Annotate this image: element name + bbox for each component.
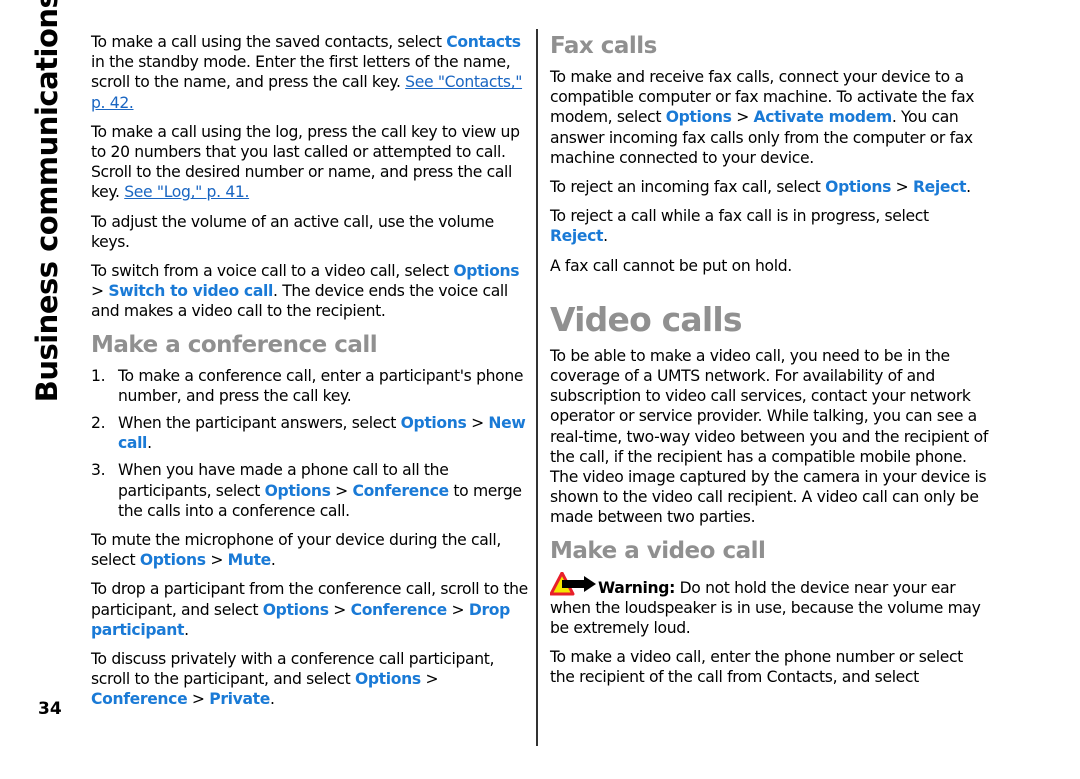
menu-term-activate-modem: Activate modem	[753, 108, 893, 127]
paragraph-reject-during-fax: To reject a call while a fax call is in …	[550, 207, 929, 246]
paragraph-mute: To mute the microphone of your device du…	[91, 531, 501, 570]
list-item: 1. To make a conference call, enter a pa…	[91, 366, 524, 405]
heading-fax-calls: Fax calls	[550, 33, 657, 59]
heading-make-conference-call: Make a conference call	[91, 331, 378, 358]
menu-term-switch-to-video-call: Switch to video call	[108, 282, 273, 301]
list-item: 2. When the participant answers, select …	[91, 414, 526, 453]
warning-note: Warning: Do not hold the device near you…	[549, 571, 990, 639]
paragraph-video-intro: To be able to make a video call, you nee…	[550, 346, 988, 527]
warning-label: Warning:	[598, 578, 676, 597]
conference-steps-list: 1. To make a conference call, enter a pa…	[91, 366, 531, 521]
menu-term-options: Options	[825, 178, 892, 197]
heading-video-calls: Video calls	[550, 299, 743, 339]
menu-term-conference: Conference	[350, 600, 448, 619]
menu-term-contacts: Contacts	[446, 33, 521, 51]
paragraph-volume: To adjust the volume of an active call, …	[91, 212, 494, 251]
section-title-vertical: Business communications	[24, 0, 70, 402]
menu-term-options: Options	[453, 262, 520, 281]
warning-icon	[549, 571, 598, 596]
paragraph-reject-fax: To reject an incoming fax call, select O…	[550, 178, 971, 197]
heading-make-video-call: Make a video call	[550, 537, 766, 564]
paragraph-log-call: To make a call using the log, press the …	[91, 122, 520, 202]
paragraph-fax-hold: A fax call cannot be put on hold.	[550, 256, 792, 275]
paragraph-drop-participant: To drop a participant from the conferenc…	[91, 580, 528, 639]
left-column: To make a call using the saved contacts,…	[91, 32, 531, 719]
list-item: 3. When you have made a phone call to al…	[91, 461, 522, 520]
menu-term-options: Options	[354, 670, 421, 689]
menu-term-options: Options	[400, 414, 467, 433]
right-column: Fax calls To make and receive fax calls,…	[549, 32, 990, 697]
menu-term-options: Options	[262, 600, 329, 619]
page-number: 34	[38, 699, 62, 719]
menu-term-reject: Reject	[550, 227, 604, 246]
link-log-page[interactable]: See "Log," p. 41.	[124, 183, 249, 201]
column-divider	[536, 29, 538, 746]
menu-term-conference: Conference	[91, 690, 188, 709]
menu-term-options: Options	[139, 551, 206, 570]
section-title: Business communications	[30, 0, 64, 403]
menu-term-reject: Reject	[912, 178, 967, 197]
paragraph-switch-video: To switch from a voice call to a video c…	[91, 262, 520, 321]
menu-term-options: Options	[665, 108, 732, 127]
menu-term-private: Private	[209, 690, 270, 709]
menu-term-options: Options	[264, 481, 331, 500]
menu-term-conference: Conference	[352, 481, 449, 500]
paragraph-private: To discuss privately with a conference c…	[91, 650, 495, 709]
paragraph-contacts-call: To make a call using the saved contacts,…	[91, 33, 523, 112]
menu-term-mute: Mute	[227, 551, 272, 570]
paragraph-make-video-call: To make a video call, enter the phone nu…	[550, 648, 963, 687]
paragraph-fax-modem: To make and receive fax calls, connect y…	[550, 68, 975, 167]
